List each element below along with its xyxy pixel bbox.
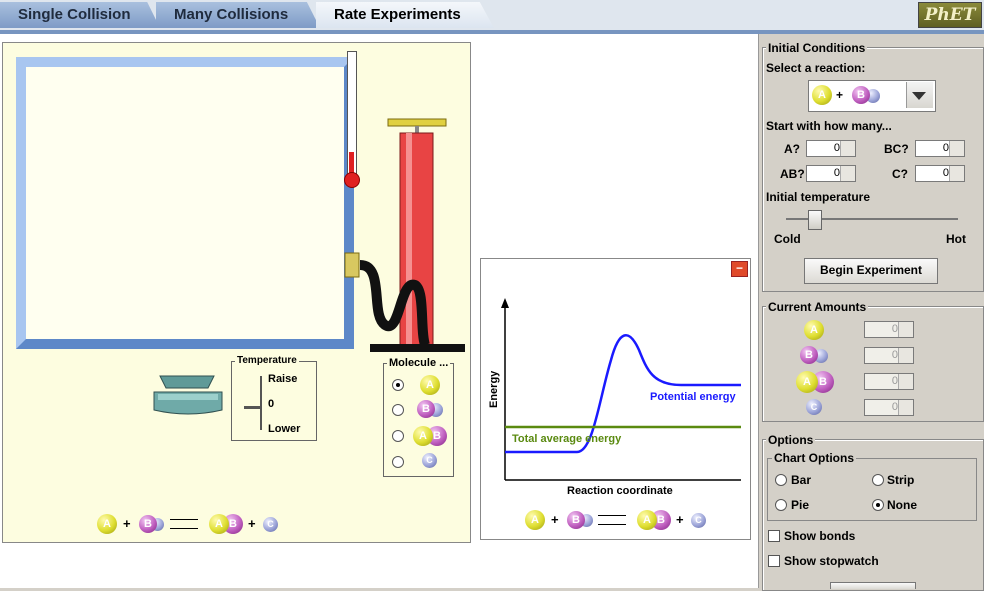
count-a-spinner[interactable]: 0 xyxy=(806,140,856,157)
chart-pie-label: Pie xyxy=(791,498,810,512)
pump-cylinder xyxy=(399,132,434,346)
hose-connector xyxy=(344,252,360,278)
temperature-raise-label: Raise xyxy=(268,373,298,385)
molecule-a-icon: A xyxy=(812,85,832,105)
temperature-title: Temperature xyxy=(235,355,299,366)
temperature-slider-thumb[interactable] xyxy=(244,406,260,409)
count-c-label: C? xyxy=(892,167,908,181)
molecule-a-part-icon: A xyxy=(796,371,818,393)
count-ab-spinner[interactable]: 0 xyxy=(806,165,856,182)
molecule-c-icon: C xyxy=(691,513,706,528)
tab-bar: Single Collision Many Collisions Rate Ex… xyxy=(0,0,984,34)
minimize-button[interactable]: − xyxy=(731,261,748,277)
molecule-a-part-icon: A xyxy=(209,514,229,534)
molecule-c-icon: C xyxy=(422,453,437,468)
phet-logo[interactable]: PhET xyxy=(918,2,982,28)
current-a-field: 0 xyxy=(864,321,914,338)
begin-experiment-button[interactable]: Begin Experiment xyxy=(804,258,938,284)
equilibrium-arrows-icon xyxy=(598,515,626,525)
molecule-a-part-icon: A xyxy=(637,510,657,530)
count-bc-label: BC? xyxy=(884,142,909,156)
plus-sign: + xyxy=(248,516,256,531)
y-axis-arrow-icon xyxy=(501,298,509,308)
count-ab-label: AB? xyxy=(780,167,805,181)
options-title: Options xyxy=(766,433,816,447)
initial-conditions-title: Initial Conditions xyxy=(766,41,868,55)
chart-strip-label: Strip xyxy=(887,473,915,487)
show-bonds-label: Show bonds xyxy=(784,529,856,543)
molecule-b-part-icon: B xyxy=(567,511,585,529)
molecule-a-icon: A xyxy=(420,375,440,395)
molecule-a-icon: A xyxy=(525,510,545,530)
show-stopwatch-checkbox[interactable] xyxy=(768,555,780,567)
heater-cooler xyxy=(153,375,223,415)
temperature-zero-label: 0 xyxy=(268,398,275,410)
show-stopwatch-label: Show stopwatch xyxy=(784,554,879,568)
molecule-b-part-icon: B xyxy=(417,400,435,418)
chart-none-radio[interactable] xyxy=(872,499,884,511)
total-average-energy-label: Total average energy xyxy=(512,433,622,445)
plus-sign: + xyxy=(123,516,131,531)
plus-sign: + xyxy=(551,512,559,527)
current-c-field: 0 xyxy=(864,399,914,416)
current-bc-field: 0 xyxy=(864,347,914,364)
pump-base xyxy=(370,344,465,352)
molecule-radio-ab[interactable] xyxy=(392,430,404,442)
show-bonds-checkbox[interactable] xyxy=(768,530,780,542)
plus-sign: + xyxy=(676,512,684,527)
count-c-spinner[interactable]: 0 xyxy=(915,165,965,182)
molecule-b-part-icon: B xyxy=(800,346,818,364)
molecule-a-part-icon: A xyxy=(413,426,433,446)
tab-single-collision[interactable]: Single Collision xyxy=(0,2,160,28)
chevron-down-icon xyxy=(912,92,926,100)
chart-none-label: None xyxy=(887,498,917,512)
start-with-label: Start with how many... xyxy=(766,119,892,133)
current-amounts-title: Current Amounts xyxy=(766,300,869,314)
temperature-slider-track[interactable] xyxy=(260,376,262,430)
molecule-selector-title: Molecule ... xyxy=(387,357,451,369)
count-a-label: A? xyxy=(784,142,800,156)
pump[interactable] xyxy=(340,115,470,355)
molecule-c-icon: C xyxy=(806,399,822,415)
reaction-box[interactable] xyxy=(16,57,354,349)
tab-rate-experiments[interactable]: Rate Experiments xyxy=(316,2,494,28)
initial-temperature-thumb[interactable] xyxy=(808,210,823,230)
molecule-radio-bc[interactable] xyxy=(392,404,404,416)
equilibrium-arrows-icon xyxy=(170,519,198,529)
tab-many-collisions[interactable]: Many Collisions xyxy=(156,2,320,28)
select-reaction-label: Select a reaction: xyxy=(766,61,866,75)
molecule-radio-c[interactable] xyxy=(392,456,404,468)
molecule-b-part-icon: B xyxy=(139,515,157,533)
chart-pie-radio[interactable] xyxy=(775,499,787,511)
plus-sign: + xyxy=(836,88,844,102)
hot-label: Hot xyxy=(946,232,966,246)
cold-label: Cold xyxy=(774,232,801,246)
molecule-radio-a[interactable] xyxy=(392,379,404,391)
molecule-b-part-icon: B xyxy=(852,86,870,104)
chart-bar-radio[interactable] xyxy=(775,474,787,486)
count-bc-spinner[interactable]: 0 xyxy=(915,140,965,157)
temperature-lower-label: Lower xyxy=(268,423,301,435)
reaction-coordinate-label: Reaction coordinate xyxy=(567,485,673,497)
potential-energy-label: Potential energy xyxy=(650,391,736,403)
chart-bar-label: Bar xyxy=(791,473,812,487)
chart-options-title: Chart Options xyxy=(772,451,856,465)
initial-temperature-label: Initial temperature xyxy=(766,190,871,204)
chart-strip-radio[interactable] xyxy=(872,474,884,486)
pump-handle xyxy=(387,118,447,127)
energy-axis-label: Energy xyxy=(488,370,500,408)
molecule-a-icon: A xyxy=(804,320,824,340)
current-ab-field: 0 xyxy=(864,373,914,390)
molecule-a-icon: A xyxy=(97,514,117,534)
molecule-c-icon: C xyxy=(263,517,278,532)
